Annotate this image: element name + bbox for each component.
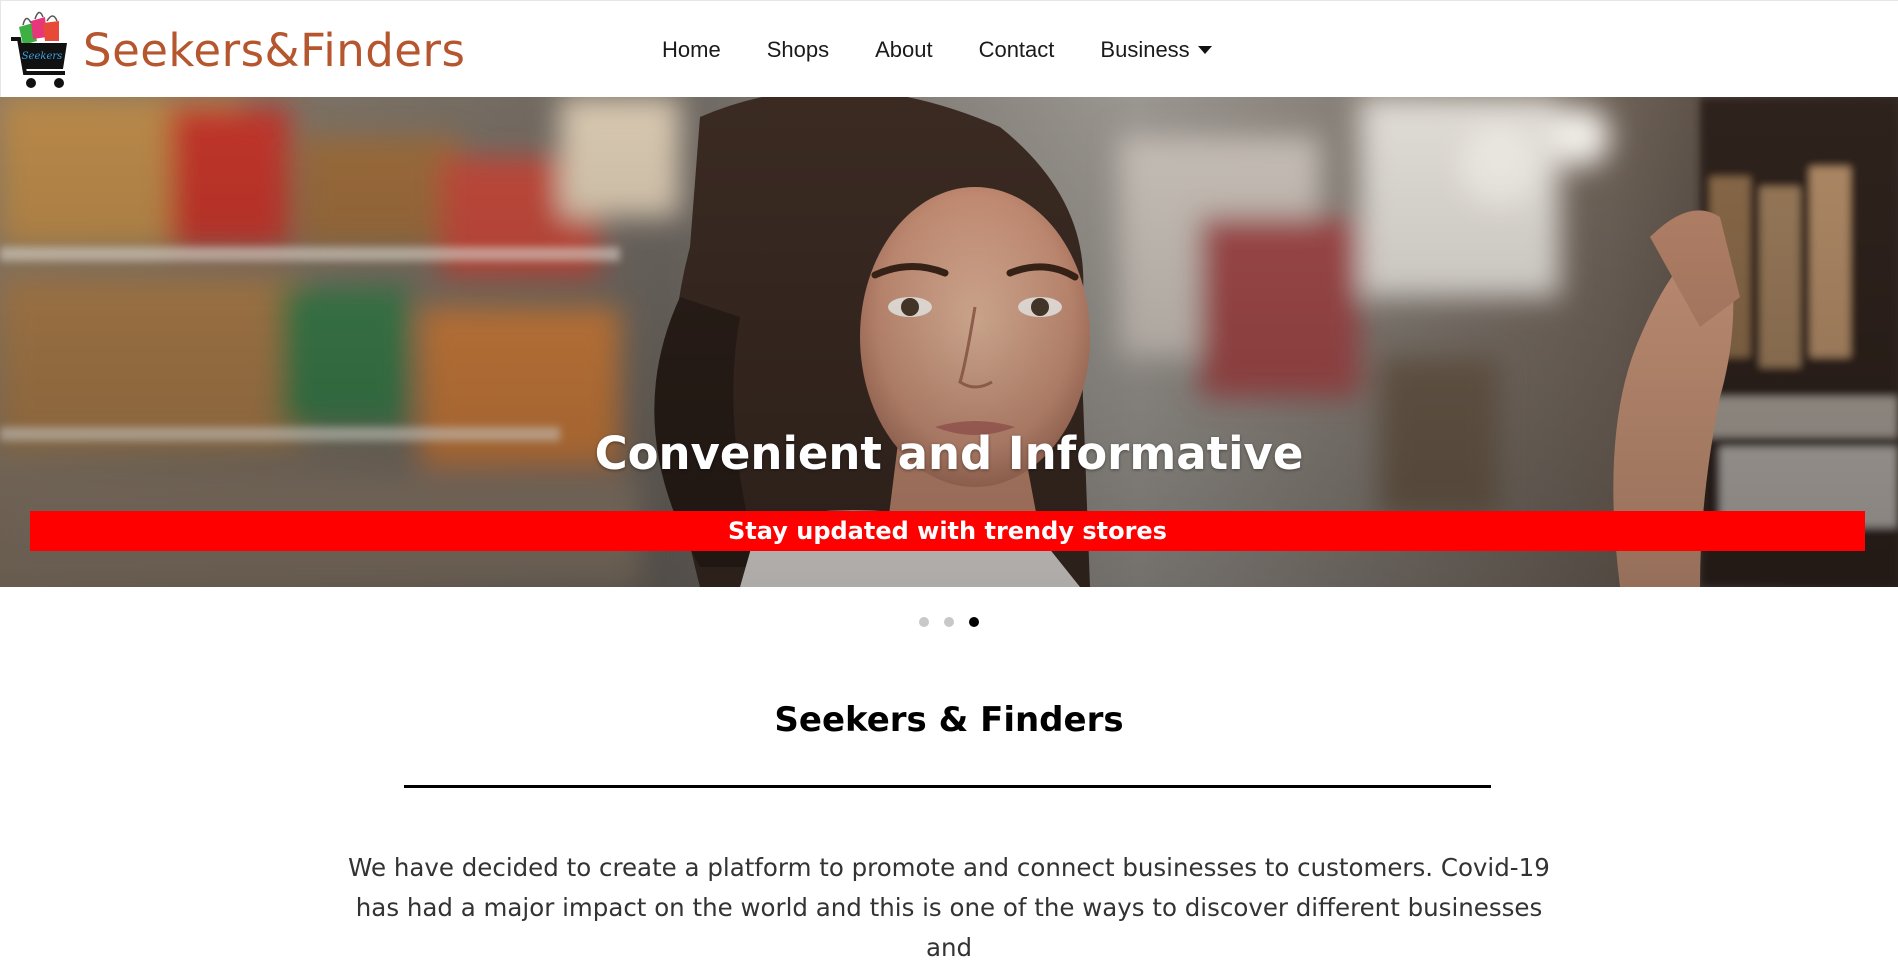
brand-name[interactable]: Seekers&Finders: [83, 28, 465, 73]
nav-about[interactable]: About: [875, 37, 933, 63]
shopping-cart-logo: Seekers: [11, 11, 67, 88]
nav-business[interactable]: Business: [1100, 37, 1189, 63]
svg-text:Seekers: Seekers: [22, 51, 63, 62]
nav-contact[interactable]: Contact: [979, 37, 1055, 63]
brand-link[interactable]: Seekers Seekers&Finders: [9, 7, 465, 93]
about-intro-text: We have decided to create a platform to …: [348, 853, 1550, 962]
carousel-dot-2[interactable]: [944, 617, 954, 627]
hero-title: Convenient and Informative: [594, 427, 1304, 480]
section-divider: [404, 785, 1491, 788]
carousel-dot-1[interactable]: [919, 617, 929, 627]
main-nav: Home Shops About Contact Business: [639, 1, 1226, 98]
hero-banner: Stay updated with trendy stores: [30, 511, 1865, 551]
top-navbar: Seekers Seekers&Finders Home Shops About…: [0, 0, 1898, 97]
nav-home[interactable]: Home: [662, 37, 721, 63]
about-title: Seekers & Finders: [774, 700, 1124, 740]
hero-carousel: Convenient and Informative Stay updated …: [0, 97, 1898, 587]
business-dropdown-caret-icon[interactable]: [1197, 45, 1212, 54]
carousel-indicators: [0, 617, 1898, 627]
carousel-dot-3[interactable]: [969, 617, 979, 627]
nav-shops[interactable]: Shops: [767, 37, 829, 63]
